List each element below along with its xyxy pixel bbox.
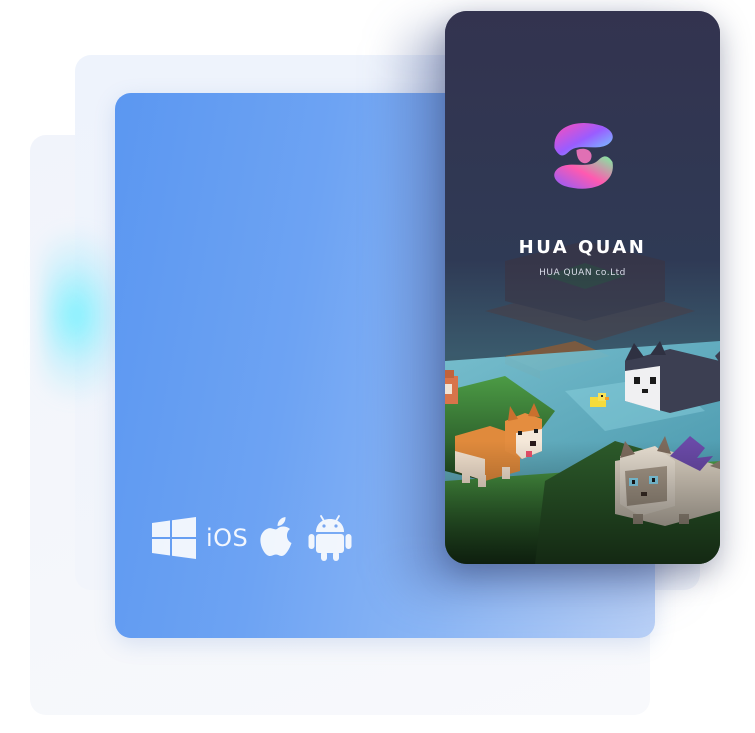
app-name: HUA QUAN xyxy=(518,237,647,258)
phone-mockup: HUA QUAN HUA QUAN co.Ltd xyxy=(445,11,720,564)
ios-label: iOS xyxy=(206,524,249,552)
company-name: HUA QUAN co.Ltd xyxy=(539,268,626,278)
game-scene-illustration xyxy=(445,11,720,564)
apple-icon xyxy=(258,516,296,560)
windows-icon xyxy=(152,517,196,559)
android-icon xyxy=(308,514,352,562)
platform-icons: iOS xyxy=(152,513,352,563)
